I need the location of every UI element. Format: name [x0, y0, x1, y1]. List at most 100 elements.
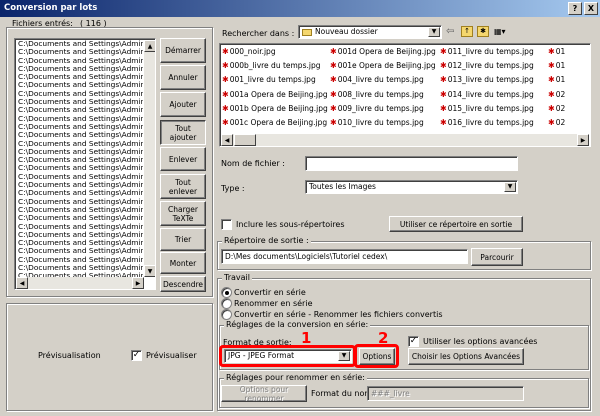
preview-checkbox-label: Prévisualiser — [146, 351, 197, 360]
title-bar: Conversion par lots — [0, 0, 600, 17]
file-name: 001e Opera de Beijing.jpg — [337, 61, 436, 71]
file-name: 001c Opera de Beijing.jpg — [229, 118, 328, 127]
output-dir-input[interactable]: D:\Mes documents\Logiciels\Tutoriel cede… — [221, 249, 468, 264]
name-format-label: Format du nom: — [311, 389, 375, 398]
include-subdirs-checkbox[interactable] — [221, 219, 232, 230]
file-item[interactable]: ✱001e Opera de Beijing.jpg — [330, 61, 440, 71]
file-item[interactable]: ✱000b_livre du temps.jpg — [222, 61, 330, 71]
file-item[interactable]: ✱016_livre du temps.jpg — [440, 118, 548, 128]
file-grid: ✱000_noir.jpg ✱001d Opera de Beijing.jpg ✱… — [222, 47, 588, 133]
browser-scroll-right-icon[interactable]: ▶ — [577, 134, 589, 146]
file-name: 001d Opera de Beijing.jpg — [337, 47, 436, 56]
file-name: 001_livre du temps.jpg — [229, 75, 316, 85]
file-name: 016_livre du temps.jpg — [447, 118, 534, 127]
file-name: 01 — [555, 75, 566, 85]
image-file-icon: ✱ — [548, 103, 555, 113]
file-item[interactable]: ✱015_livre du temps.jpg — [440, 104, 548, 114]
file-item[interactable]: ✱012_livre du temps.jpg — [440, 61, 548, 71]
use-dir-button[interactable]: Utiliser ce répertoire en sortie — [389, 216, 523, 232]
folder-up-icon[interactable]: ↑ — [461, 26, 473, 37]
filename-input[interactable] — [305, 156, 518, 171]
file-name: 001a Opera de Beijing.jpg — [229, 89, 328, 99]
image-file-icon: ✱ — [440, 103, 447, 113]
type-chevron-down-icon[interactable]: ▼ — [504, 182, 516, 192]
preview-checkbox[interactable]: ✓ — [131, 350, 142, 361]
file-item[interactable]: ✱01 — [548, 47, 588, 57]
file-item[interactable]: ✱013_livre du temps.jpg — [440, 75, 548, 85]
file-item[interactable]: ✱001c Opera de Beijing.jpg — [222, 118, 330, 128]
image-file-icon: ✱ — [440, 47, 447, 56]
browser-scroll-left-icon[interactable]: ◀ — [221, 134, 233, 146]
image-file-icon: ✱ — [330, 118, 337, 127]
file-item[interactable]: ✱01 — [548, 61, 588, 71]
filename-label: Nom de fichier : — [221, 159, 285, 168]
close-button[interactable]: X — [584, 2, 598, 15]
image-file-icon: ✱ — [222, 89, 229, 99]
radio-rename-label: Renommer en série — [234, 299, 313, 308]
file-item[interactable]: ✱010_livre du temps.jpg — [330, 118, 440, 128]
files-group — [6, 27, 213, 297]
radio-rename[interactable] — [221, 298, 232, 309]
output-dir-label: Répertoire de sortie : — [222, 236, 311, 245]
preview-label: Prévisualisation — [38, 351, 101, 360]
file-name: 014_livre du temps.jpg — [447, 89, 534, 99]
file-item[interactable]: ✱000_noir.jpg — [222, 47, 330, 57]
file-name: 02 — [555, 89, 566, 99]
annotation-number-1: 1 — [301, 329, 312, 347]
browser-scroll-thumb[interactable] — [234, 134, 256, 146]
file-name: 009_livre du temps.jpg — [337, 103, 424, 113]
file-name: 013_livre du temps.jpg — [447, 75, 534, 85]
browse-button[interactable]: Parcourir — [471, 248, 523, 266]
file-item[interactable]: ✱02 — [548, 104, 588, 114]
image-file-icon: ✱ — [330, 89, 337, 99]
folder-combo[interactable]: Nouveau dossier ▼ — [298, 25, 442, 39]
file-name: 012_livre du temps.jpg — [447, 61, 534, 71]
annotation-number-2: 2 — [378, 329, 389, 347]
file-name: 000_noir.jpg — [229, 47, 276, 56]
image-file-icon: ✱ — [330, 103, 337, 113]
image-file-icon: ✱ — [330, 47, 337, 56]
file-item[interactable]: ✱01 — [548, 75, 588, 85]
file-item[interactable]: ✱001_livre du temps.jpg — [222, 75, 330, 85]
file-name: 02 — [555, 103, 566, 113]
file-name: 004_livre du temps.jpg — [337, 75, 424, 85]
file-item[interactable]: ✱009_livre du temps.jpg — [330, 104, 440, 114]
file-item[interactable]: ✱008_livre du temps.jpg — [330, 90, 440, 100]
type-value: Toutes les Images — [309, 182, 376, 191]
file-item[interactable]: ✱014_livre du temps.jpg — [440, 90, 548, 100]
radio-convert-rename[interactable] — [221, 309, 232, 320]
file-item[interactable]: ✱02 — [548, 118, 588, 128]
folder-icon — [302, 28, 312, 36]
file-item[interactable]: ✱011_livre du temps.jpg — [440, 47, 548, 57]
file-item[interactable]: ✱004_livre du temps.jpg — [330, 75, 440, 85]
radio-convert[interactable] — [221, 287, 232, 298]
help-button[interactable]: ? — [568, 2, 582, 15]
work-label: Travail — [222, 273, 252, 282]
rename-options-button[interactable]: Options pour renommer — [221, 385, 307, 402]
image-file-icon: ✱ — [440, 61, 447, 71]
new-folder-icon[interactable]: ✱ — [477, 26, 489, 37]
file-name: 01 — [555, 47, 566, 56]
choose-advanced-options-button[interactable]: Choisir les Options Avancées — [408, 348, 524, 365]
file-item[interactable]: ✱001b Opera de Beijing.jpg — [222, 104, 330, 114]
image-file-icon: ✱ — [330, 75, 337, 85]
file-item[interactable]: ✱001a Opera de Beijing.jpg — [222, 90, 330, 100]
file-item[interactable]: ✱001d Opera de Beijing.jpg — [330, 47, 440, 57]
file-name: 011_livre du temps.jpg — [447, 47, 534, 56]
chevron-down-icon[interactable]: ▼ — [428, 27, 440, 37]
file-name: 008_livre du temps.jpg — [337, 89, 424, 99]
image-file-icon: ✱ — [548, 47, 555, 56]
back-arrow-icon[interactable]: ⇦ — [446, 26, 458, 38]
type-combo[interactable]: Toutes les Images ▼ — [305, 180, 518, 194]
type-label: Type : — [221, 184, 245, 193]
image-file-icon: ✱ — [440, 89, 447, 99]
file-name: 02 — [555, 118, 566, 127]
include-subdirs-label: Inclure les sous-répertoires — [236, 220, 345, 229]
name-format-input[interactable]: ###_livre — [367, 386, 524, 401]
browser-horizontal-scrollbar[interactable]: ◀ ▶ — [221, 134, 589, 146]
use-advanced-options-checkbox[interactable]: ✓ — [408, 336, 419, 347]
search-in-label: Rechercher dans : — [222, 29, 295, 38]
view-menu-icon[interactable]: ▦▾ — [494, 26, 512, 37]
file-browser[interactable]: ✱000_noir.jpg ✱001d Opera de Beijing.jpg ✱… — [219, 43, 591, 147]
file-item[interactable]: ✱02 — [548, 90, 588, 100]
